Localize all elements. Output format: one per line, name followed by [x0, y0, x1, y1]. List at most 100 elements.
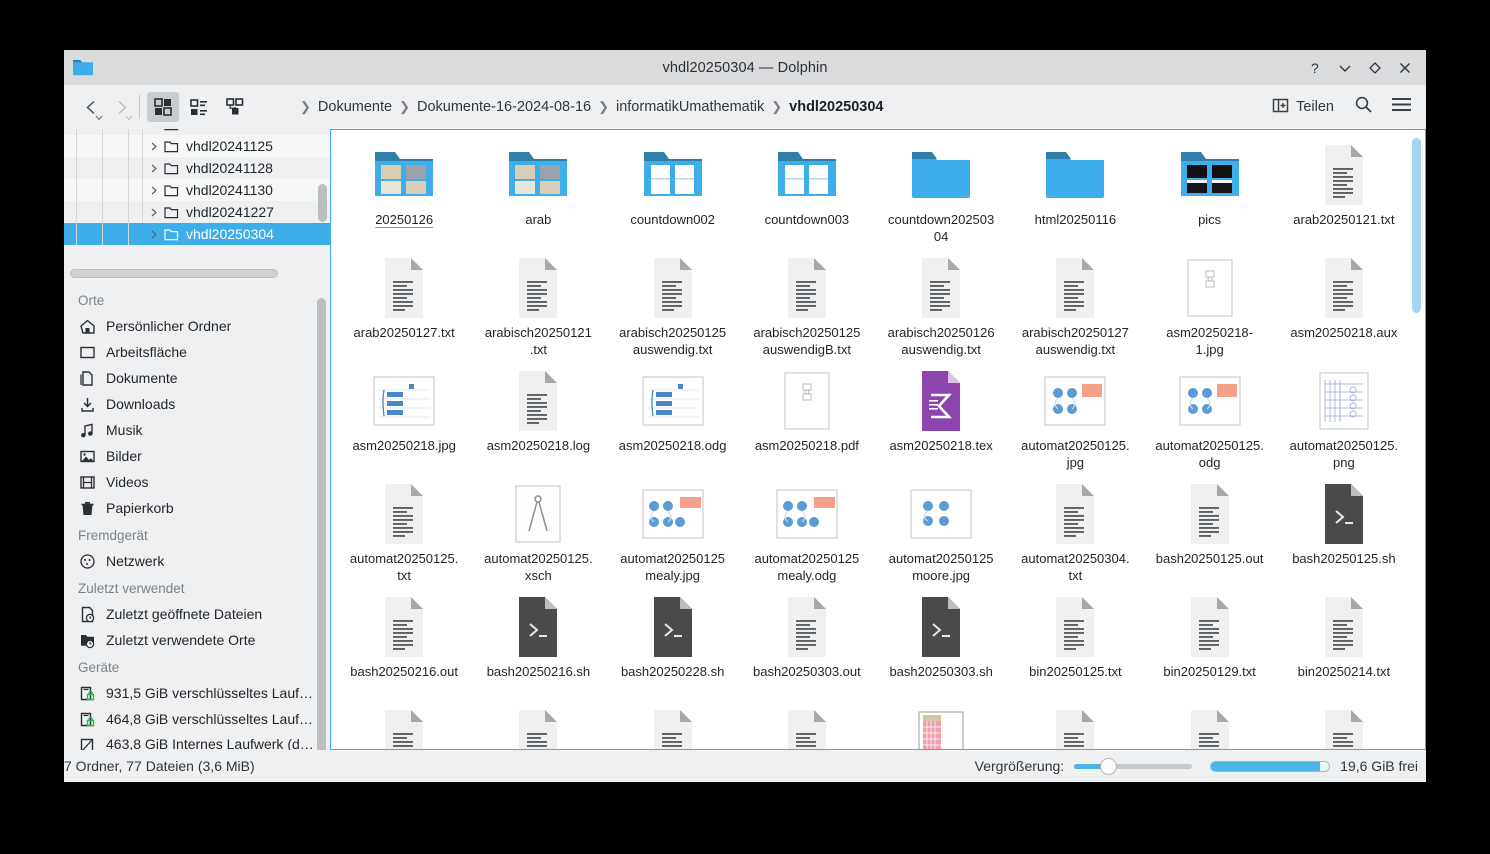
file-item[interactable] [1277, 705, 1411, 750]
file-item[interactable]: automat20250125mealy.odg [740, 479, 874, 592]
file-item[interactable] [337, 705, 471, 750]
file-item[interactable]: asm20250218.jpg [337, 366, 471, 479]
file-item[interactable]: arab [471, 140, 605, 253]
file-item[interactable]: bin20250125.txt [1008, 592, 1142, 705]
tree-item-4[interactable]: vhdl20241227 [64, 201, 330, 223]
file-item[interactable] [1143, 705, 1277, 750]
zoom-slider[interactable] [1074, 756, 1192, 776]
file-item[interactable]: countdown003 [740, 140, 874, 253]
file-item[interactable]: arabisch20250121.txt [471, 253, 605, 366]
file-view[interactable]: 20250126arabcountdown002countdown003coun… [330, 129, 1426, 750]
file-item[interactable]: arab20250121.txt [1277, 140, 1411, 253]
file-item[interactable]: automat20250125mealy.jpg [606, 479, 740, 592]
tree-expand-icon[interactable] [144, 164, 164, 173]
file-item[interactable]: bash20250216.sh [471, 592, 605, 705]
view-mode-compact-button[interactable] [183, 92, 215, 122]
search-button[interactable] [1346, 91, 1380, 123]
sidebar-item-drive-0[interactable]: 931,5 GiB verschlüsseltes Lauf… [64, 680, 330, 706]
file-item[interactable]: bin20250214.txt [1277, 592, 1411, 705]
view-mode-details-button[interactable] [219, 92, 251, 122]
view-mode-icons-button[interactable] [147, 92, 179, 122]
file-item[interactable]: automat20250125moore.jpg [874, 479, 1008, 592]
sidebar-item-network[interactable]: Netzwerk [64, 548, 330, 574]
file-item[interactable]: 20250126 [337, 140, 471, 253]
sidebar-item-recent-places[interactable]: Zuletzt verwendete Orte [64, 627, 330, 653]
help-button[interactable]: ? [1300, 54, 1330, 82]
file-item[interactable]: arab20250127.txt [337, 253, 471, 366]
file-item[interactable]: automat20250304.txt [1008, 479, 1142, 592]
file-item[interactable]: automat20250125.odg [1143, 366, 1277, 479]
breadcrumb-item-2[interactable]: informatikUmathematik [616, 99, 764, 115]
folder-tree[interactable]: vhdl20241121 vhdl20241125 [64, 129, 330, 266]
file-item[interactable]: asm20250218.odg [606, 366, 740, 479]
zoom-slider-handle[interactable] [1100, 758, 1117, 775]
sidebar-item-drive-1[interactable]: 464,8 GiB verschlüsseltes Lauf… [64, 706, 330, 732]
file-item[interactable]: pics [1143, 140, 1277, 253]
file-item[interactable]: automat20250125.txt [337, 479, 471, 592]
file-item[interactable]: bin20250129.txt [1143, 592, 1277, 705]
file-item[interactable]: asm20250218.pdf [740, 366, 874, 479]
sidebar-item-desktop[interactable]: Arbeitsfläche [64, 339, 330, 365]
file-item[interactable]: html20250116 [1008, 140, 1142, 253]
file-item[interactable]: automat20250125.jpg [1008, 366, 1142, 479]
maximize-button[interactable] [1360, 54, 1390, 82]
sidebar-item-music[interactable]: Musik [64, 417, 330, 443]
sidebar-item-pictures[interactable]: Bilder [64, 443, 330, 469]
file-item[interactable]: bash20250216.out [337, 592, 471, 705]
sidebar-item-videos[interactable]: Videos [64, 469, 330, 495]
file-view-scrollbar[interactable] [1412, 138, 1421, 313]
breadcrumb-item-0[interactable]: Dokumente [318, 99, 392, 115]
tree-item-5-selected[interactable]: vhdl20250304 [64, 223, 330, 245]
file-item[interactable] [740, 705, 874, 750]
file-item[interactable] [1008, 705, 1142, 750]
back-dropdown-icon[interactable] [95, 115, 103, 121]
file-item[interactable]: countdown20250304 [874, 140, 1008, 253]
breadcrumb[interactable]: ❯ Dokumente ❯ Dokumente-16-2024-08-16 ❯ … [293, 99, 1264, 115]
tree-item-3[interactable]: vhdl20241130 [64, 179, 330, 201]
sidebar-item-recent-files[interactable]: Zuletzt geöffnete Dateien [64, 601, 330, 627]
tree-expand-icon[interactable] [144, 142, 164, 151]
file-item[interactable]: asm20250218.tex [874, 366, 1008, 479]
places-scrollbar[interactable] [317, 298, 326, 750]
sidebar-item-trash[interactable]: Papierkorb [64, 495, 330, 521]
breadcrumb-item-3[interactable]: vhdl20250304 [789, 99, 883, 115]
sidebar-item-documents[interactable]: Dokumente [64, 365, 330, 391]
back-button[interactable] [76, 92, 106, 122]
file-item[interactable]: arabisch20250125auswendig.txt [606, 253, 740, 366]
file-item[interactable] [874, 705, 1008, 750]
menu-button[interactable] [1384, 91, 1418, 123]
file-item[interactable] [471, 705, 605, 750]
tree-expand-icon[interactable] [144, 230, 164, 239]
file-item[interactable]: arabisch20250127auswendig.txt [1008, 253, 1142, 366]
file-item[interactable]: bash20250125.out [1143, 479, 1277, 592]
close-button[interactable] [1390, 54, 1420, 82]
sidebar-item-downloads[interactable]: Downloads [64, 391, 330, 417]
file-item[interactable]: bash20250303.sh [874, 592, 1008, 705]
sidebar-item-home[interactable]: Persönlicher Ordner [64, 313, 330, 339]
tree-item-2[interactable]: vhdl20241128 [64, 157, 330, 179]
minimize-button[interactable] [1330, 54, 1360, 82]
file-item[interactable]: asm20250218-1.jpg [1143, 253, 1277, 366]
tree-expand-icon[interactable] [144, 186, 164, 195]
file-item[interactable]: bash20250125.sh [1277, 479, 1411, 592]
file-item[interactable]: automat20250125.xsch [471, 479, 605, 592]
sidebar-item-drive-2[interactable]: 463,8 GiB Internes Laufwerk (d… [64, 732, 330, 750]
file-item[interactable]: automat20250125.png [1277, 366, 1411, 479]
file-item[interactable] [606, 705, 740, 750]
tree-item-1[interactable]: vhdl20241125 [64, 135, 330, 157]
breadcrumb-item-1[interactable]: Dokumente-16-2024-08-16 [417, 99, 591, 115]
tree-expand-icon[interactable] [144, 208, 164, 217]
tree-vertical-scrollbar[interactable] [318, 184, 327, 222]
file-item[interactable]: arabisch20250125auswendigB.txt [740, 253, 874, 366]
forward-button[interactable] [106, 92, 136, 122]
file-item[interactable]: arabisch20250126auswendig.txt [874, 253, 1008, 366]
file-item[interactable]: asm20250218.aux [1277, 253, 1411, 366]
tree-horizontal-scrollbar[interactable] [70, 269, 278, 278]
file-item[interactable]: bash20250228.sh [606, 592, 740, 705]
file-item-label: arabisch20250126auswendig.txt [886, 324, 996, 359]
file-item[interactable]: bash20250303.out [740, 592, 874, 705]
share-button[interactable]: Teilen [1264, 93, 1342, 122]
file-item[interactable]: asm20250218.log [471, 366, 605, 479]
forward-dropdown-icon[interactable] [125, 115, 133, 121]
file-item[interactable]: countdown002 [606, 140, 740, 253]
